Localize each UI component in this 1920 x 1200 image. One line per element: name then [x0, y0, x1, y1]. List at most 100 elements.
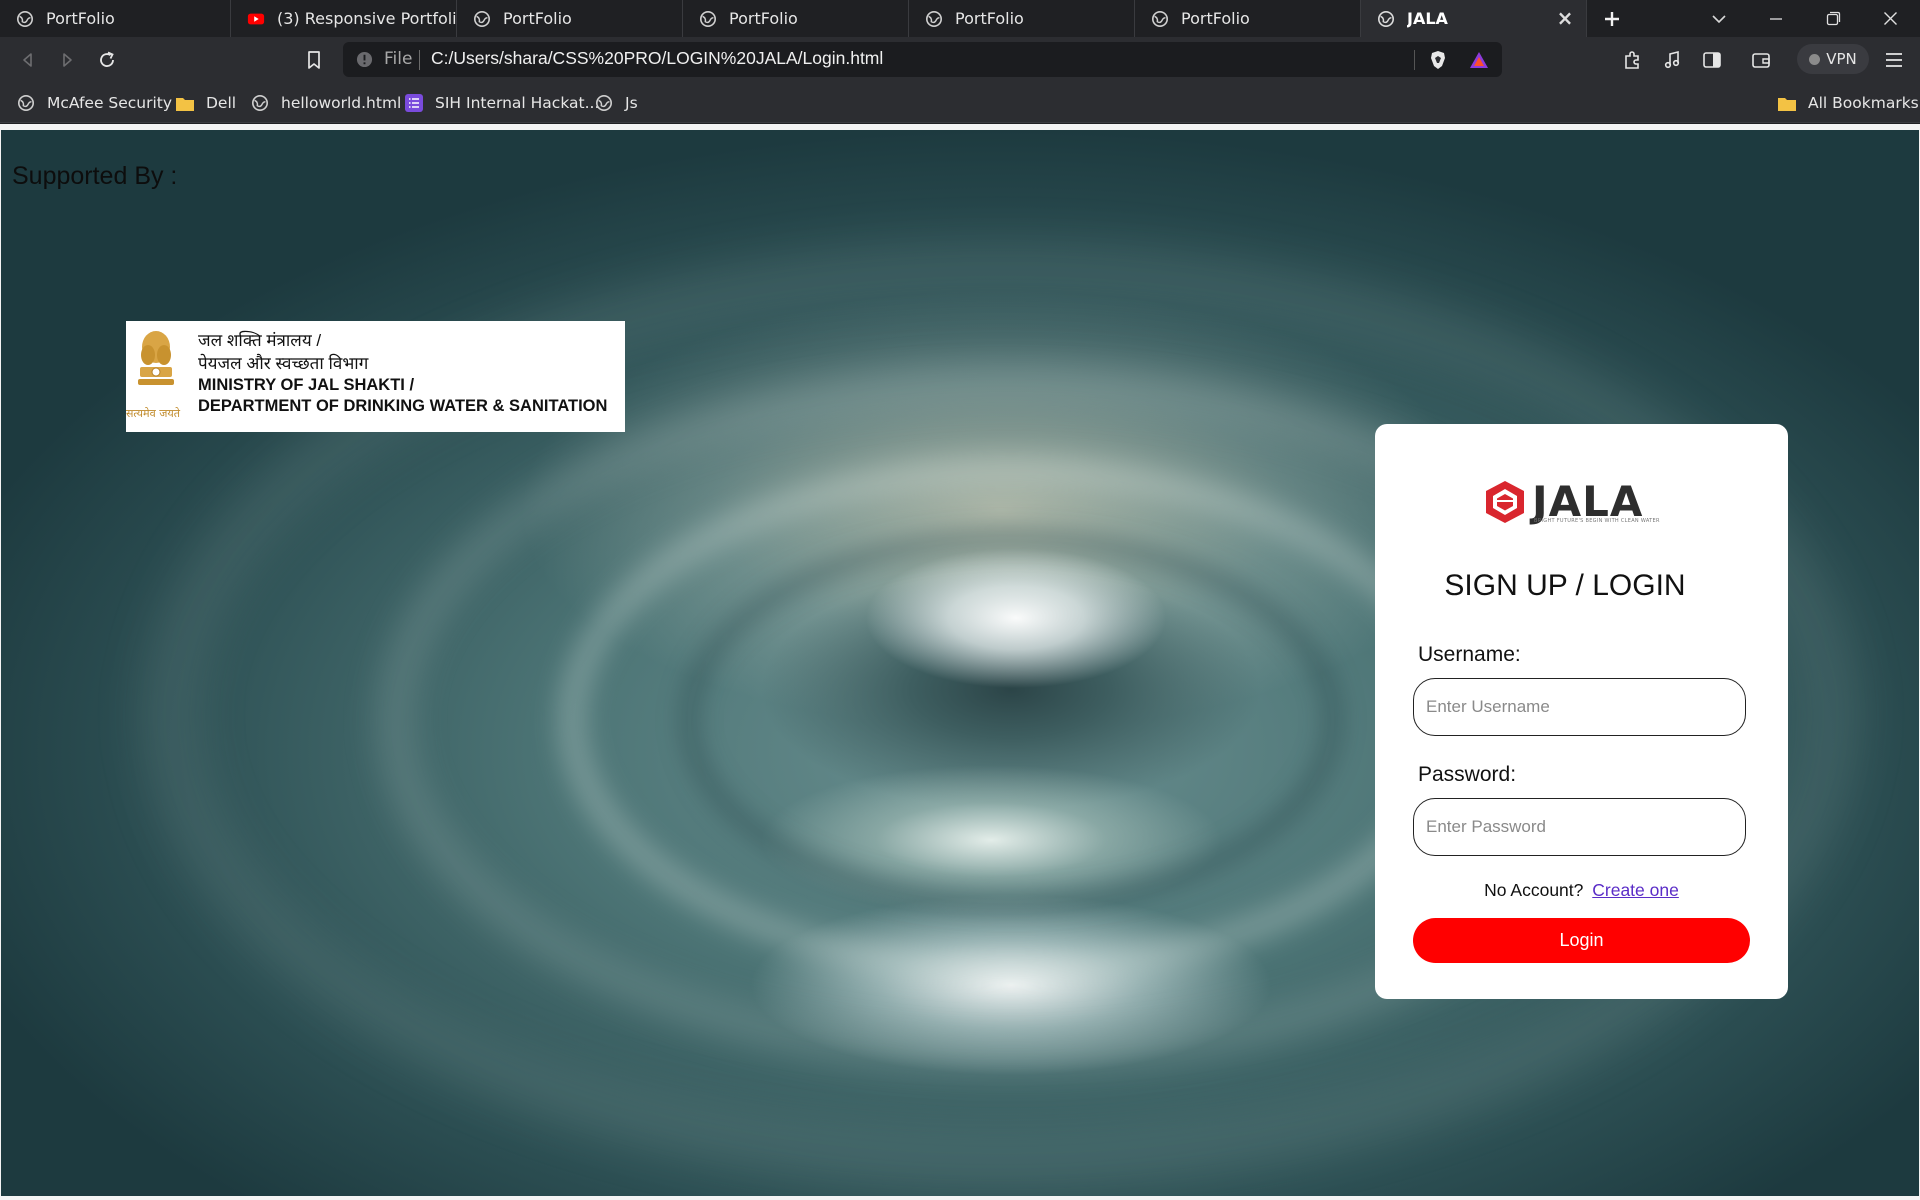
tab-portfolio-1[interactable]: PortFolio — [0, 0, 231, 37]
department-name-english: DEPARTMENT OF DRINKING WATER & SANITATIO… — [198, 397, 608, 415]
list-icon — [404, 93, 424, 113]
extensions-button[interactable] — [1619, 47, 1645, 73]
youtube-icon — [247, 13, 265, 24]
bookmark-label: helloworld.html — [281, 94, 402, 112]
forward-arrow-icon — [63, 53, 72, 67]
username-input[interactable] — [1413, 678, 1746, 736]
globe-icon — [250, 93, 270, 113]
address-url[interactable]: C:/Users/shara/CSS%20PRO/LOGIN%20JALA/Lo… — [431, 48, 883, 69]
tab-label: (3) Responsive Portfolio We — [277, 9, 456, 28]
bookmark-label: Js — [625, 94, 638, 112]
close-icon — [1883, 12, 1897, 25]
login-card: JALA BRIGHT FUTURE'S BEGIN WITH CLEAN WA… — [1375, 424, 1788, 999]
bookmarks-bar: McAfee Security Dell helloworld.html SIH… — [0, 83, 1920, 123]
globe-icon — [473, 10, 491, 27]
bookmark-helloworld[interactable]: helloworld.html — [250, 91, 401, 115]
sidebar-button[interactable] — [1699, 47, 1725, 73]
media-controls-button[interactable] — [1659, 47, 1685, 73]
tab-portfolio-4[interactable]: PortFolio — [909, 0, 1135, 37]
password-label: Password: — [1418, 763, 1517, 786]
tab-jala[interactable]: JALA × — [1361, 0, 1587, 37]
tab-label: PortFolio — [46, 9, 115, 28]
tab-label: JALA — [1407, 9, 1448, 28]
tab-bar: PortFolio (3) Responsive Portfolio We Po… — [0, 0, 1920, 37]
back-button[interactable] — [13, 45, 43, 75]
tab-search-button[interactable] — [1699, 0, 1739, 37]
ministry-name-hindi: जल शक्ति मंत्रालय / — [198, 331, 322, 350]
tab-label: PortFolio — [503, 9, 572, 28]
back-arrow-icon — [23, 53, 32, 67]
restore-button[interactable] — [1813, 0, 1853, 37]
close-tab-icon[interactable]: × — [1556, 8, 1574, 28]
puzzle-icon — [1625, 51, 1639, 69]
forward-button[interactable] — [52, 45, 82, 75]
vpn-button[interactable]: VPN — [1797, 44, 1869, 74]
globe-icon — [1151, 10, 1169, 27]
address-separator — [1414, 50, 1415, 70]
brave-rewards-icon[interactable] — [1468, 49, 1490, 71]
tab-youtube[interactable]: (3) Responsive Portfolio We — [231, 0, 457, 37]
all-bookmarks-label: All Bookmarks — [1808, 94, 1919, 112]
login-button[interactable]: Login — [1413, 918, 1750, 963]
close-window-button[interactable] — [1870, 0, 1910, 37]
username-label: Username: — [1418, 643, 1521, 666]
ministry-banner: सत्यमेव जयते जल शक्ति मंत्रालय / पेयजल औ… — [126, 321, 625, 432]
bookmark-page-button[interactable] — [299, 45, 329, 75]
globe-icon — [16, 10, 34, 27]
tab-label: PortFolio — [729, 9, 798, 28]
hamburger-menu-icon — [1886, 53, 1902, 67]
address-bar[interactable]: File C:/Users/shara/CSS%20PRO/LOGIN%20JA… — [343, 42, 1502, 77]
ministry-name-english: MINISTRY OF JAL SHAKTI / — [198, 376, 415, 394]
jala-logo: JALA BRIGHT FUTURE'S BEGIN WITH CLEAN WA… — [1482, 475, 1659, 531]
brave-shields-icon[interactable] — [1427, 49, 1449, 71]
emblem-motto: सत्यमेव जयते — [126, 407, 181, 420]
tab-portfolio-3[interactable]: PortFolio — [683, 0, 909, 37]
bookmark-mcafee[interactable]: McAfee Security — [16, 91, 172, 115]
info-icon[interactable] — [356, 51, 373, 68]
minimize-icon — [1770, 17, 1782, 20]
all-bookmarks-button[interactable]: All Bookmarks — [1777, 91, 1919, 115]
file-scheme-label: File — [384, 49, 413, 69]
bookmark-js[interactable]: Js — [594, 91, 638, 115]
minimize-button[interactable] — [1756, 0, 1796, 37]
tab-label: PortFolio — [1181, 9, 1250, 28]
folder-icon — [175, 93, 195, 113]
globe-icon — [925, 10, 943, 27]
wallet-button[interactable] — [1748, 47, 1774, 73]
globe-icon — [1377, 10, 1395, 27]
vpn-status-icon — [1809, 53, 1821, 65]
page-title: SIGN UP / LOGIN — [1444, 569, 1686, 602]
reload-icon — [100, 51, 114, 67]
bookmark-dell[interactable]: Dell — [175, 91, 236, 115]
reload-button[interactable] — [92, 45, 122, 75]
folder-icon — [1777, 93, 1797, 113]
browser-toolbar: File C:/Users/shara/CSS%20PRO/LOGIN%20JA… — [0, 37, 1920, 83]
vpn-label: VPN — [1826, 50, 1857, 68]
restore-icon — [1826, 11, 1840, 26]
bookmark-sih[interactable]: SIH Internal Hackat... — [404, 91, 599, 115]
address-separator — [419, 50, 420, 70]
jala-logo-icon — [1486, 481, 1524, 523]
bookmark-icon — [308, 51, 320, 69]
wallet-icon — [1752, 53, 1770, 68]
tab-portfolio-2[interactable]: PortFolio — [457, 0, 683, 37]
logo-tagline: BRIGHT FUTURE'S BEGIN WITH CLEAN WATER — [1534, 518, 1660, 524]
bookmark-label: SIH Internal Hackat... — [435, 94, 600, 112]
main-menu-button[interactable] — [1881, 47, 1907, 73]
plus-icon — [1605, 11, 1619, 26]
globe-icon — [594, 93, 614, 113]
bookmark-label: Dell — [206, 94, 237, 112]
new-tab-button[interactable] — [1592, 0, 1632, 37]
tab-label: PortFolio — [955, 9, 1024, 28]
password-input[interactable] — [1413, 798, 1746, 856]
create-account-link[interactable]: Create one — [1592, 880, 1679, 900]
signup-prompt: No Account? Create one — [1375, 880, 1788, 901]
sidebar-icon — [1703, 52, 1721, 68]
page-viewport: Supported By : सत्यमेव जयते जल शक्ति मंत… — [0, 124, 1920, 1200]
supported-by-heading: Supported By : — [12, 162, 178, 190]
tab-portfolio-5[interactable]: PortFolio — [1135, 0, 1361, 37]
music-note-icon — [1664, 50, 1680, 69]
globe-icon — [699, 10, 717, 27]
no-account-text: No Account? — [1484, 880, 1584, 900]
globe-icon — [16, 93, 36, 113]
